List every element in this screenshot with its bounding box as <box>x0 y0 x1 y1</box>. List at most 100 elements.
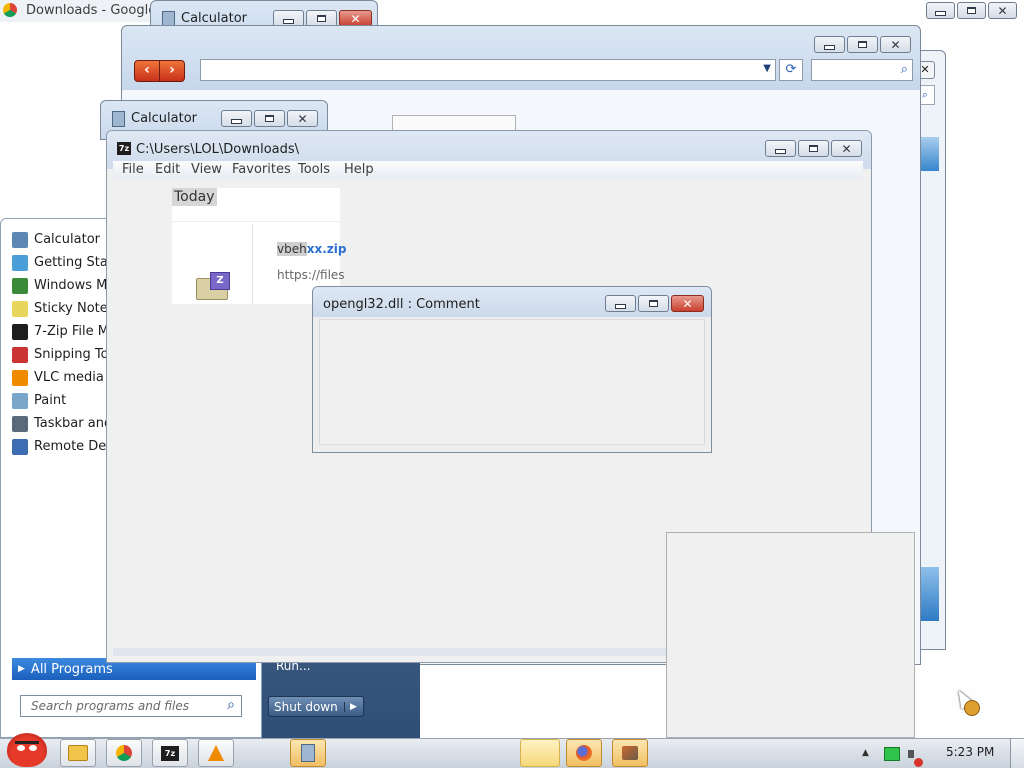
paint-icon <box>12 392 28 409</box>
calculator-icon <box>12 231 28 248</box>
start-menu-item-media-center[interactable]: Windows M <box>12 274 107 297</box>
snipping-tool-icon <box>12 346 28 363</box>
start-menu-item-remote-desktop[interactable]: Remote Des <box>12 435 113 458</box>
tray-show-hidden-icon[interactable]: ▲ <box>862 748 869 758</box>
browser-maximize-button[interactable] <box>847 36 878 53</box>
address-bar[interactable]: ▼ <box>200 59 776 81</box>
menu-file[interactable]: File <box>122 162 144 177</box>
7zip-close-button[interactable]: ✕ <box>831 140 862 157</box>
back-button[interactable]: ‹ <box>134 60 160 82</box>
background-window-controls: ✕ <box>926 2 1017 19</box>
calculator-back-icon <box>112 111 125 127</box>
taskbar-calculator-icon <box>301 744 315 762</box>
taskbar-7zip-button[interactable]: 7z <box>152 739 188 767</box>
taskbar-icon <box>12 415 28 432</box>
chrome-window-titlebar: Downloads - Google <box>0 0 156 22</box>
bg-restore-button[interactable] <box>957 2 986 19</box>
taskbar-blank-button[interactable] <box>520 739 560 767</box>
downloads-divider <box>172 221 340 222</box>
start-button[interactable] <box>3 731 49 768</box>
calculator-back-maximize-button[interactable] <box>254 110 285 127</box>
comment-textarea[interactable] <box>319 319 705 445</box>
bg-close-button[interactable]: ✕ <box>988 2 1017 19</box>
comment-close-button[interactable]: ✕ <box>671 295 704 312</box>
7zip-maximize-button[interactable] <box>798 140 829 157</box>
comment-minimize-button[interactable] <box>605 295 636 312</box>
busy-indicator-icon <box>964 700 980 716</box>
search-box[interactable]: ⌕ <box>811 59 913 81</box>
shutdown-button[interactable]: Shut down ▶ <box>268 696 364 717</box>
start-menu-item-snipping-tool[interactable]: Snipping To <box>12 343 109 366</box>
blank-popup-panel <box>666 532 915 738</box>
calculator-back-title: Calculator <box>131 111 198 126</box>
download-file-name[interactable]: vbehxx.zip <box>277 242 346 256</box>
start-menu-item-label: 7-Zip File M <box>34 324 109 339</box>
menu-favorites[interactable]: Favorites <box>232 162 291 177</box>
address-dropdown-icon[interactable]: ▼ <box>763 63 771 74</box>
taskbar-chrome-button[interactable] <box>106 739 142 767</box>
getting-started-icon <box>12 254 28 271</box>
search-programs-box[interactable]: Search programs and files ⌕ <box>20 695 242 717</box>
start-menu-item-label: Remote Des <box>34 439 114 454</box>
all-programs-label: All Programs <box>30 661 113 677</box>
chrome-icon <box>3 3 17 17</box>
sticky-notes-icon <box>12 300 28 317</box>
browser-close-button[interactable]: ✕ <box>880 36 911 53</box>
bg-minimize-button[interactable] <box>926 2 955 19</box>
7zip-menubar: File Edit View Favorites Tools Help <box>113 161 863 179</box>
zip-file-icon[interactable]: Z <box>196 272 230 300</box>
browser-tab-stub <box>392 115 516 130</box>
download-file-url: https://files <box>277 268 345 282</box>
refresh-button[interactable]: ⟳ <box>779 59 803 81</box>
7zip-window-title: C:\Users\LOL\Downloads\ <box>136 142 300 157</box>
tray-network-icon[interactable] <box>884 747 900 761</box>
start-menu-item-label: Taskbar and <box>34 416 113 431</box>
downloads-section-label: Today <box>172 188 217 206</box>
taskbar-7zip-icon: 7z <box>161 745 179 761</box>
tray-volume-muted-icon[interactable] <box>908 746 924 767</box>
start-menu-item-sticky-notes[interactable]: Sticky Note <box>12 297 108 320</box>
start-menu-item-vlc[interactable]: VLC media <box>12 366 104 389</box>
calculator-back-minimize-button[interactable] <box>221 110 252 127</box>
start-menu-item-7zip[interactable]: 7-Zip File M <box>12 320 109 343</box>
search-icon[interactable]: ⌕ <box>901 62 908 77</box>
remote-desktop-icon <box>12 438 28 455</box>
forward-button[interactable]: › <box>159 60 185 82</box>
all-programs-arrow-icon: ▶ <box>18 664 25 674</box>
menu-help[interactable]: Help <box>344 162 374 177</box>
taskbar-vlc-button[interactable] <box>198 739 234 767</box>
7zip-minimize-button[interactable] <box>765 140 796 157</box>
show-desktop-button[interactable] <box>1010 739 1024 768</box>
shutdown-label: Shut down <box>274 699 338 714</box>
menu-tools[interactable]: Tools <box>298 162 330 177</box>
comment-maximize-button[interactable] <box>638 295 669 312</box>
start-menu-item-label: Snipping To <box>34 347 109 362</box>
start-menu-item-label: Calculator <box>34 232 101 247</box>
menu-view[interactable]: View <box>191 162 222 177</box>
taskbar-firefox-button[interactable] <box>566 739 602 767</box>
angry-bird-icon <box>7 733 47 767</box>
taskbar-calculator-button[interactable] <box>290 739 326 767</box>
taskbar-bin-button[interactable] <box>612 739 648 767</box>
vlc-icon <box>12 369 28 386</box>
media-center-icon <box>12 277 28 294</box>
start-menu-item-paint[interactable]: Paint <box>12 389 66 412</box>
folder-icon <box>68 745 88 761</box>
start-menu-item-getting-started[interactable]: Getting Sta <box>12 251 108 274</box>
downloads-vertical-divider <box>252 224 253 304</box>
taskbar-chrome-icon <box>116 745 132 761</box>
start-menu-item-calculator[interactable]: Calculator <box>12 228 100 251</box>
taskbar-firefox-icon <box>576 745 592 761</box>
calculator-back-close-button[interactable]: ✕ <box>287 110 318 127</box>
file-name-link: xx.zip <box>306 242 347 256</box>
browser-minimize-button[interactable] <box>814 36 845 53</box>
start-menu-item-label: Getting Sta <box>34 255 108 270</box>
taskbar-explorer-button[interactable] <box>60 739 96 767</box>
start-menu-item-taskbar[interactable]: Taskbar and <box>12 412 112 435</box>
search-programs-placeholder: Search programs and files <box>31 699 189 713</box>
taskbar-vlc-icon <box>208 745 224 761</box>
comment-dialog: opengl32.dll : Comment ✕ <box>312 286 712 453</box>
menu-edit[interactable]: Edit <box>155 162 180 177</box>
shutdown-arrow-icon[interactable]: ▶ <box>344 701 357 712</box>
taskbar-clock[interactable]: 5:23 PM <box>946 745 994 759</box>
